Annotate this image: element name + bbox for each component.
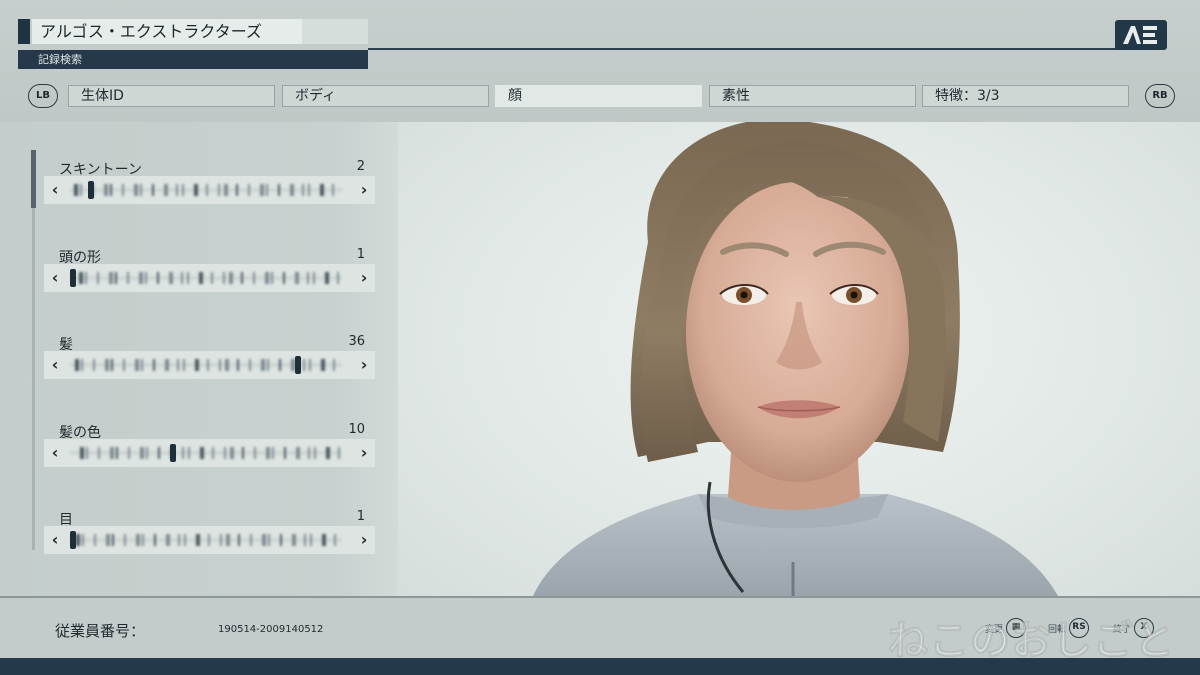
tab-background[interactable]: 素性 <box>709 85 916 107</box>
slider-value: 36 <box>348 334 365 349</box>
page-title: アルゴス・エクストラクターズ <box>32 19 302 44</box>
chevron-left-icon[interactable]: ‹ <box>47 530 63 550</box>
slider-bar[interactable]: ‹ › <box>44 264 375 292</box>
rb-button[interactable]: RB <box>1145 84 1175 108</box>
slider-thumb[interactable] <box>70 269 76 287</box>
chevron-left-icon[interactable]: ‹ <box>47 443 63 463</box>
slider-value: 2 <box>356 159 365 174</box>
tab-body[interactable]: ボディ <box>282 85 489 107</box>
header-divider <box>368 48 1138 50</box>
chevron-left-icon[interactable]: ‹ <box>47 355 63 375</box>
ae-logo-icon <box>1115 20 1167 50</box>
slider-bar[interactable]: ‹ › <box>44 176 375 204</box>
slider-track[interactable] <box>70 184 342 196</box>
chevron-left-icon[interactable]: ‹ <box>47 180 63 200</box>
character-preview[interactable] <box>398 122 1200 596</box>
tab-bio-id[interactable]: 生体ID <box>68 85 275 107</box>
chevron-left-icon[interactable]: ‹ <box>47 268 63 288</box>
slider-value: 1 <box>356 247 365 262</box>
panel-scrollbar[interactable] <box>32 150 35 550</box>
record-search-label: 記録検索 <box>18 50 368 69</box>
slider-bar[interactable]: ‹ › <box>44 526 375 554</box>
slider-value: 1 <box>356 509 365 524</box>
employee-number-label: 従業員番号： <box>55 622 146 640</box>
slider-track[interactable] <box>70 272 342 284</box>
header: アルゴス・エクストラクターズ 記録検索 LB 生体ID ボディ 顔 素性 特徴：… <box>0 0 1200 122</box>
chevron-right-icon[interactable]: › <box>356 443 372 463</box>
employee-number-value: 190514-2009140512 <box>218 624 324 635</box>
slider-bar[interactable]: ‹ › <box>44 439 375 467</box>
slider-thumb[interactable] <box>169 444 176 462</box>
slider-thumb[interactable] <box>295 356 302 374</box>
tab-face[interactable]: 顔 <box>495 85 702 107</box>
slider-track[interactable] <box>70 359 342 371</box>
chevron-right-icon[interactable]: › <box>356 268 372 288</box>
slider-track[interactable] <box>70 534 342 546</box>
tab-traits[interactable]: 特徴：3/3 <box>922 85 1129 107</box>
chevron-right-icon[interactable]: › <box>356 355 372 375</box>
tab-bar: LB 生体ID ボディ 顔 素性 特徴：3/3 RB <box>0 84 1200 108</box>
panel-scrollbar-thumb[interactable] <box>31 150 36 208</box>
watermark: ねこのおしごと <box>888 618 1175 665</box>
slider-thumb[interactable] <box>70 531 76 549</box>
slider-bar[interactable]: ‹ › <box>44 351 375 379</box>
slider-thumb[interactable] <box>88 181 95 199</box>
title-fill <box>302 19 368 44</box>
title-accent <box>18 19 30 44</box>
slider-value: 10 <box>348 422 365 437</box>
lb-button[interactable]: LB <box>28 84 58 108</box>
slider-track[interactable] <box>70 447 342 459</box>
character-portrait <box>533 122 1058 596</box>
chevron-right-icon[interactable]: › <box>356 530 372 550</box>
chevron-right-icon[interactable]: › <box>356 180 372 200</box>
